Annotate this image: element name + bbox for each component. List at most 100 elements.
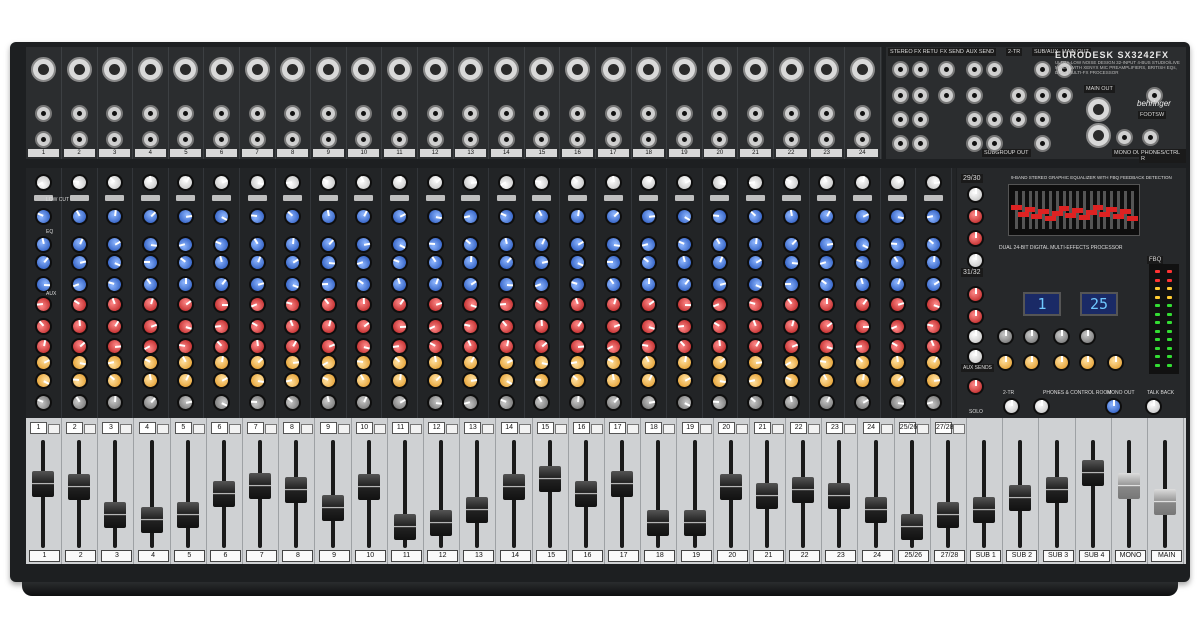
- channel-knob[interactable]: [174, 369, 198, 392]
- channel-knob[interactable]: [460, 370, 481, 391]
- master-knob[interactable]: [1053, 354, 1070, 371]
- output-jack[interactable]: [912, 111, 929, 128]
- channel-knob[interactable]: [175, 233, 197, 256]
- fader-cap[interactable]: [394, 513, 416, 540]
- channel-knob[interactable]: [495, 205, 518, 228]
- channel-knob[interactable]: [459, 351, 483, 374]
- channel-knob[interactable]: [743, 204, 768, 229]
- channel-knob[interactable]: [566, 273, 589, 296]
- channel-knob[interactable]: [818, 295, 836, 314]
- channel-knob[interactable]: [674, 352, 695, 373]
- xlr-mic-input-1[interactable]: [31, 57, 56, 82]
- output-jack[interactable]: [892, 61, 909, 78]
- xlr-mic-input-5[interactable]: [173, 57, 199, 82]
- output-jack[interactable]: [1142, 129, 1159, 146]
- channel-knob[interactable]: [316, 292, 341, 317]
- xlr-mic-input-24[interactable]: [849, 57, 875, 82]
- fader-cap[interactable]: [176, 501, 199, 528]
- fader-cap[interactable]: [575, 481, 597, 507]
- channel-knob[interactable]: [709, 274, 731, 295]
- xlr-mic-input-15[interactable]: [529, 57, 555, 82]
- channel-knob[interactable]: [603, 172, 623, 193]
- channel-knob[interactable]: [744, 315, 767, 338]
- channel-knob[interactable]: [175, 315, 197, 338]
- channel-knob[interactable]: [497, 295, 516, 314]
- insert-jack-2[interactable]: [70, 131, 88, 148]
- channel-knob[interactable]: [531, 252, 553, 273]
- xlr-mic-input-10[interactable]: [351, 57, 377, 82]
- line-in-jack-19[interactable]: [675, 105, 693, 122]
- channel-knob[interactable]: [460, 391, 482, 414]
- channel-knob[interactable]: [104, 273, 126, 296]
- channel-knob[interactable]: [316, 171, 340, 194]
- channel-knob[interactable]: [317, 369, 340, 392]
- low-cut-button[interactable]: [852, 195, 872, 201]
- xlr-mic-input-3[interactable]: [102, 57, 128, 82]
- low-cut-button[interactable]: [496, 195, 516, 201]
- channel-knob[interactable]: [138, 272, 163, 297]
- channel-knob[interactable]: [672, 272, 697, 297]
- channel-knob[interactable]: [31, 250, 56, 275]
- line-in-jack-23[interactable]: [818, 105, 836, 122]
- channel-knob[interactable]: [672, 369, 696, 392]
- channel-knob[interactable]: [779, 369, 803, 392]
- master-knob[interactable]: [967, 252, 984, 269]
- output-jack[interactable]: [1034, 61, 1051, 78]
- insert-jack-24[interactable]: [853, 131, 871, 148]
- low-cut-button[interactable]: [603, 195, 623, 201]
- channel-knob[interactable]: [924, 253, 943, 272]
- low-cut-button[interactable]: [318, 195, 338, 201]
- channel-knob[interactable]: [387, 390, 412, 415]
- insert-jack-12[interactable]: [426, 131, 444, 148]
- channel-knob[interactable]: [815, 171, 839, 194]
- channel-knob[interactable]: [922, 293, 945, 316]
- low-cut-button[interactable]: [639, 195, 659, 201]
- geq-band-slider[interactable]: [1024, 191, 1036, 229]
- channel-knob[interactable]: [426, 235, 445, 254]
- channel-knob[interactable]: [604, 253, 622, 272]
- channel-knob[interactable]: [103, 251, 126, 274]
- channel-knob[interactable]: [530, 390, 554, 415]
- line-in-jack-14[interactable]: [497, 105, 515, 122]
- channel-knob[interactable]: [675, 295, 693, 314]
- channel-knob[interactable]: [674, 317, 694, 336]
- xlr-mic-input-22[interactable]: [778, 57, 804, 82]
- low-cut-button[interactable]: [105, 195, 125, 201]
- channel-knob[interactable]: [102, 170, 127, 195]
- channel-knob[interactable]: [280, 250, 305, 275]
- insert-jack-22[interactable]: [782, 131, 800, 148]
- channel-knob[interactable]: [139, 351, 162, 374]
- geq-slider-cap[interactable]: [1079, 215, 1090, 220]
- channel-knob[interactable]: [530, 204, 554, 229]
- main-out-xlr[interactable]: [1086, 123, 1111, 148]
- insert-jack-15[interactable]: [533, 131, 551, 148]
- channel-knob[interactable]: [425, 206, 445, 227]
- master-knob[interactable]: [1079, 328, 1096, 345]
- line-in-jack-4[interactable]: [141, 105, 159, 122]
- fader-cap[interactable]: [647, 509, 670, 536]
- master-knob[interactable]: [1003, 398, 1020, 415]
- low-cut-button[interactable]: [781, 195, 801, 201]
- geq-band-slider[interactable]: [1119, 191, 1131, 229]
- channel-knob[interactable]: [885, 170, 910, 195]
- insert-jack-1[interactable]: [35, 131, 52, 148]
- line-in-jack-5[interactable]: [177, 105, 195, 122]
- low-cut-button[interactable]: [69, 195, 89, 201]
- channel-knob[interactable]: [603, 234, 623, 255]
- geq-band-slider[interactable]: [1106, 191, 1118, 229]
- channel-knob[interactable]: [530, 273, 553, 296]
- fader-cap[interactable]: [140, 507, 163, 534]
- channel-knob[interactable]: [213, 296, 230, 313]
- fader-cap[interactable]: [1045, 476, 1068, 503]
- output-jack[interactable]: [966, 111, 983, 128]
- channel-knob[interactable]: [532, 172, 552, 193]
- channel-knob[interactable]: [921, 350, 946, 375]
- geq-slider-cap[interactable]: [1038, 209, 1050, 214]
- channel-knob[interactable]: [388, 205, 411, 228]
- channel-knob[interactable]: [32, 351, 55, 374]
- channel-knob[interactable]: [281, 315, 304, 338]
- channel-knob[interactable]: [423, 315, 447, 338]
- channel-knob[interactable]: [282, 172, 303, 193]
- channel-knob[interactable]: [494, 314, 519, 339]
- geq-slider-cap[interactable]: [1072, 208, 1084, 213]
